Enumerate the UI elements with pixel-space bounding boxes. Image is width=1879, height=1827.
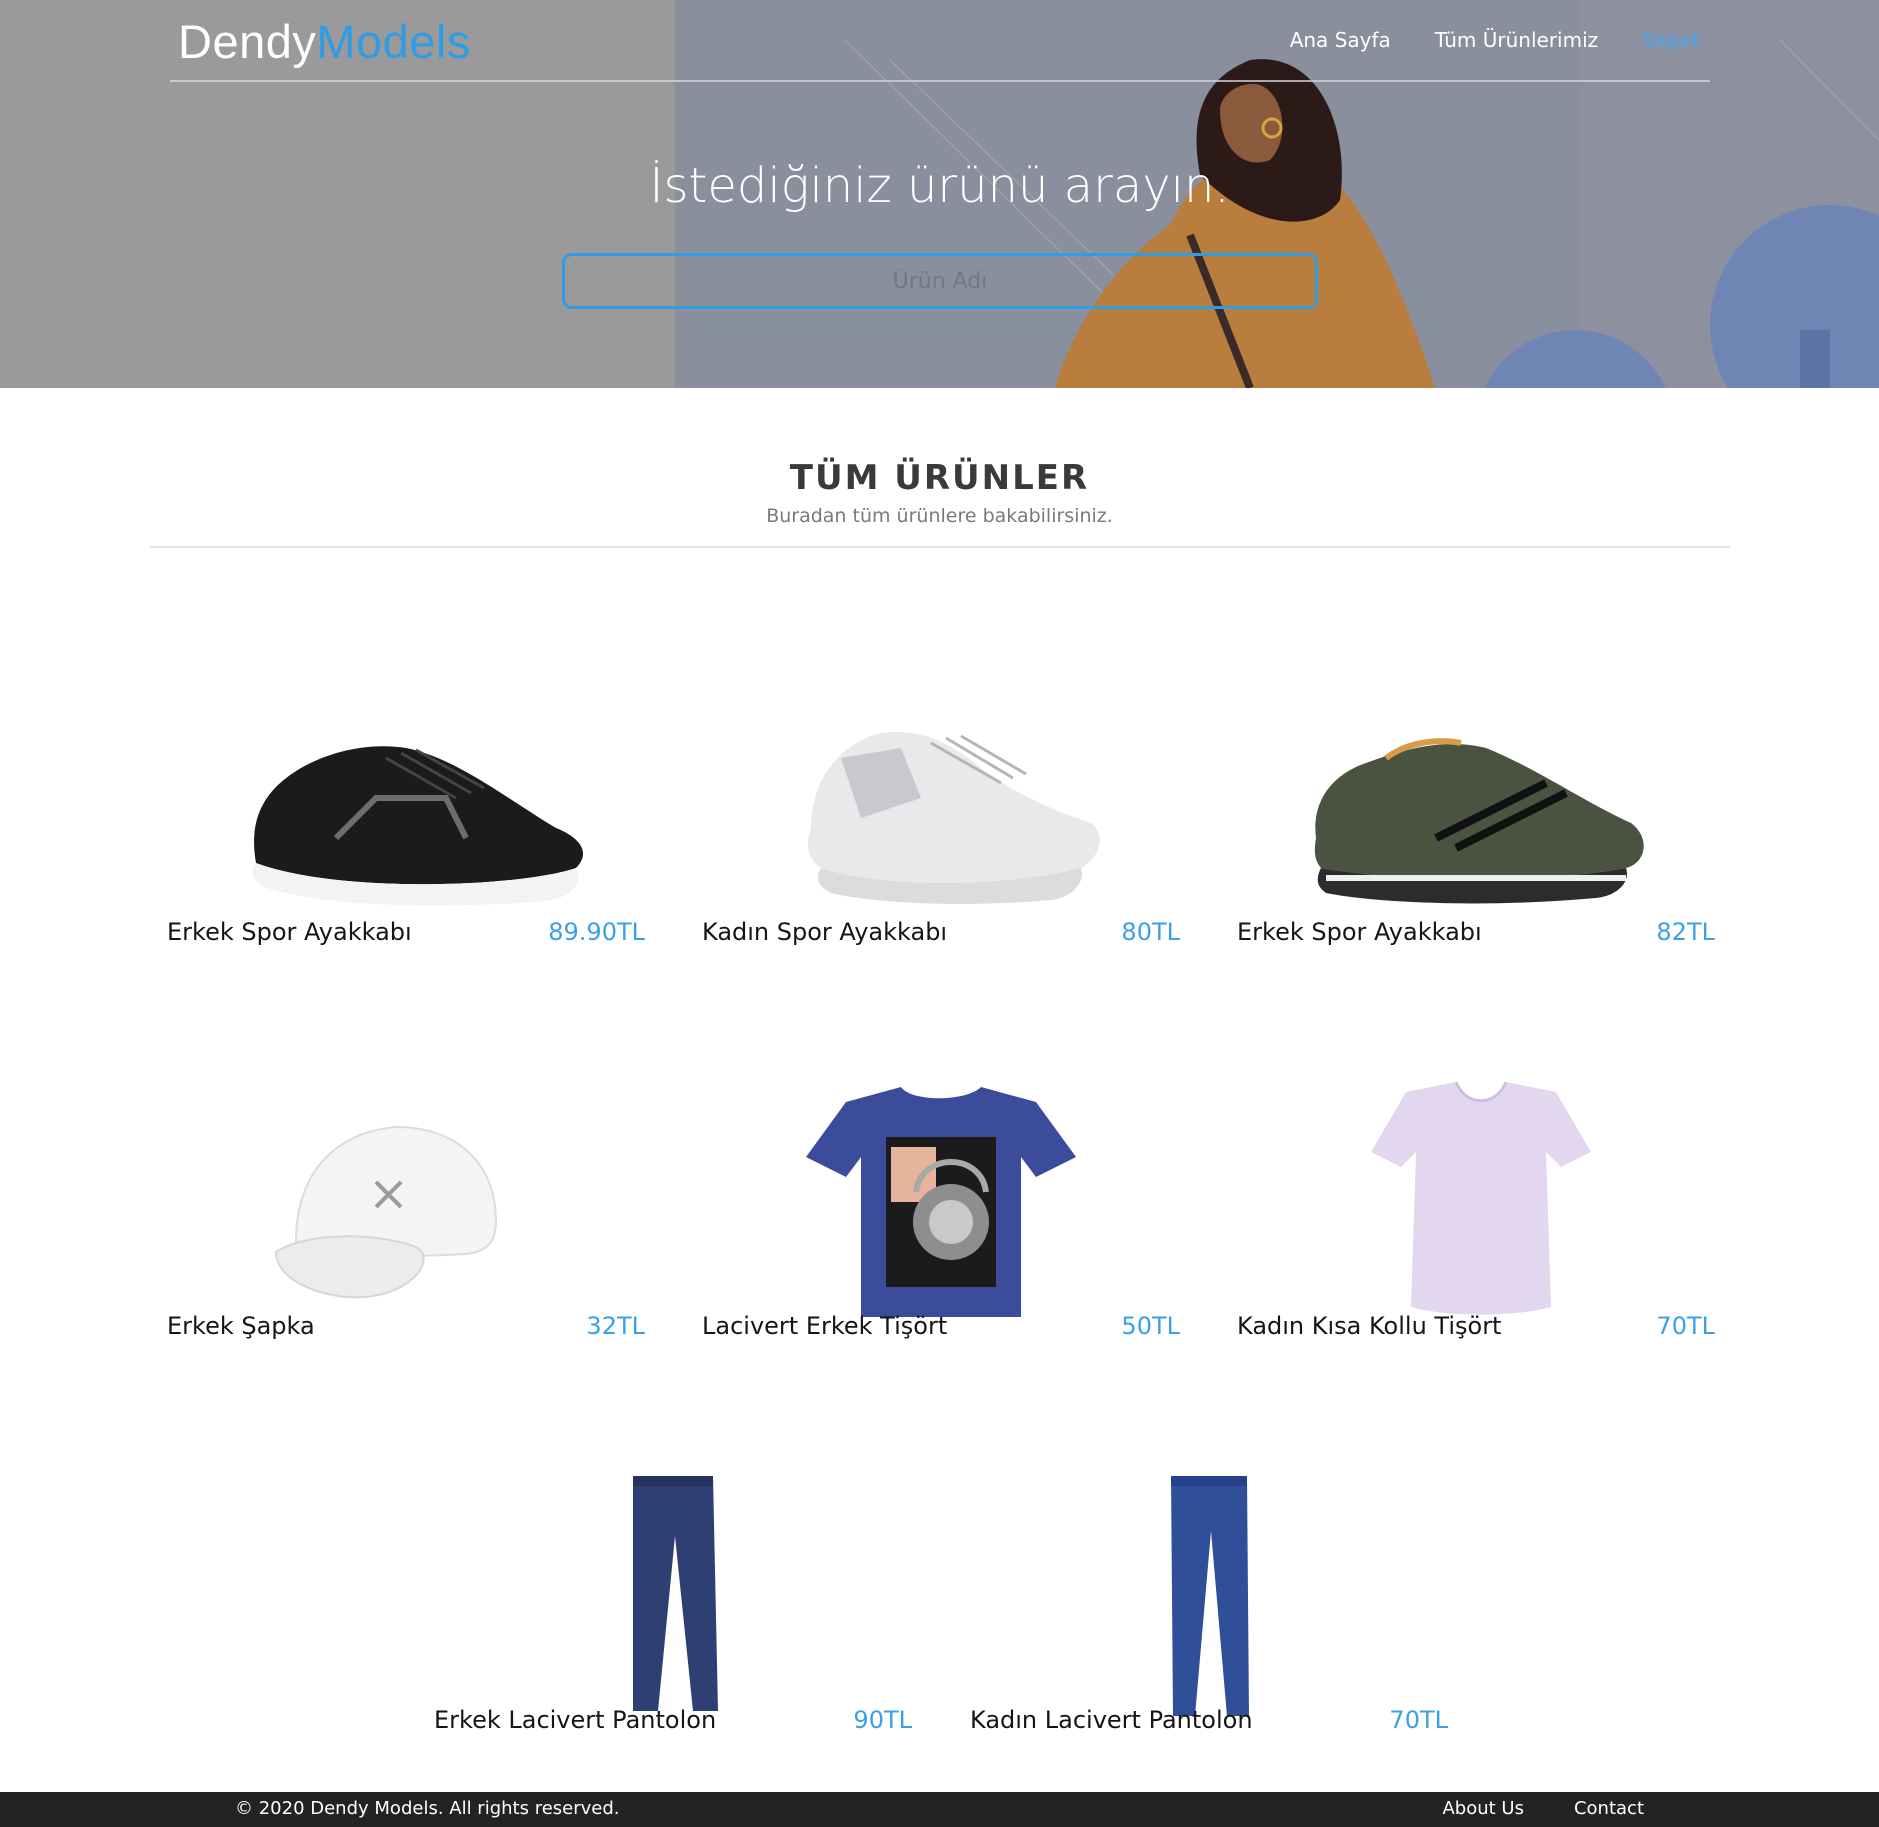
product-card[interactable]: Erkek Spor Ayakkabı 82TL: [1237, 663, 1715, 993]
section-subtitle: Buradan tüm ürünlere bakabilirsiniz.: [766, 505, 1113, 527]
section-title: TÜM ÜRÜNLER: [789, 458, 1090, 498]
white-cap-image[interactable]: [216, 1057, 596, 1347]
nav-link-cart[interactable]: Sepet: [1642, 28, 1700, 52]
nav-links: Ana Sayfa Tüm Ürünlerimiz Sepet: [1290, 28, 1700, 52]
section-divider: [150, 546, 1730, 548]
product-price: 80TL: [1121, 918, 1180, 946]
nav-link-home[interactable]: Ana Sayfa: [1290, 28, 1391, 52]
blue-jeans-image[interactable]: [1019, 1451, 1399, 1741]
product-card[interactable]: Lacivert Erkek Tişört 50TL: [702, 1057, 1180, 1387]
search-input[interactable]: [562, 253, 1318, 309]
product-name: Kadın Spor Ayakkabı: [702, 918, 948, 946]
lilac-tshirt-image[interactable]: [1286, 1057, 1666, 1347]
product-card[interactable]: Kadın Lacivert Pantolon 70TL: [970, 1451, 1448, 1781]
footer-links: About Us Contact: [1442, 1798, 1644, 1819]
product-price: 70TL: [1389, 1706, 1448, 1734]
footer: © 2020 Dendy Models. All rights reserved…: [0, 1792, 1879, 1827]
hero-banner: DendyModels Ana Sayfa Tüm Ürünlerimiz Se…: [0, 0, 1879, 388]
footer-copyright: © 2020 Dendy Models. All rights reserved…: [235, 1798, 620, 1819]
product-card[interactable]: Kadın Kısa Kollu Tişört 70TL: [1237, 1057, 1715, 1387]
product-name: Lacivert Erkek Tişört: [702, 1312, 948, 1340]
navy-trousers-image[interactable]: [483, 1451, 863, 1741]
product-card[interactable]: Erkek Lacivert Pantolon 90TL: [434, 1451, 912, 1781]
product-card[interactable]: Kadın Spor Ayakkabı 80TL: [702, 663, 1180, 993]
product-name: Erkek Şapka: [167, 1312, 315, 1340]
navy-tshirt-image[interactable]: [751, 1057, 1131, 1347]
product-price: 50TL: [1121, 1312, 1180, 1340]
brand-logo[interactable]: DendyModels: [178, 14, 471, 69]
top-navbar: DendyModels Ana Sayfa Tüm Ürünlerimiz Se…: [170, 0, 1710, 82]
product-price: 89.90TL: [548, 918, 645, 946]
logo-text-dendy: Dendy: [178, 15, 317, 68]
product-card[interactable]: Erkek Spor Ayakkabı 89.90TL: [167, 663, 645, 993]
hero-title: İstediğiniz ürünü arayın.: [649, 158, 1230, 214]
product-price: 90TL: [853, 1706, 912, 1734]
footer-link-contact[interactable]: Contact: [1574, 1798, 1644, 1819]
black-sneaker-image[interactable]: [216, 663, 596, 953]
product-name: Erkek Lacivert Pantolon: [434, 1706, 717, 1734]
product-name: Kadın Lacivert Pantolon: [970, 1706, 1253, 1734]
product-price: 32TL: [586, 1312, 645, 1340]
nav-link-all-products[interactable]: Tüm Ürünlerimiz: [1435, 28, 1598, 52]
product-name: Kadın Kısa Kollu Tişört: [1237, 1312, 1502, 1340]
logo-text-models: Models: [316, 15, 471, 68]
product-price: 70TL: [1656, 1312, 1715, 1340]
product-card[interactable]: Erkek Şapka 32TL: [167, 1057, 645, 1387]
product-name: Erkek Spor Ayakkabı: [167, 918, 412, 946]
footer-link-about[interactable]: About Us: [1442, 1798, 1524, 1819]
white-sneaker-image[interactable]: [751, 663, 1131, 953]
product-name: Erkek Spor Ayakkabı: [1237, 918, 1482, 946]
khaki-sneaker-image[interactable]: [1286, 663, 1666, 953]
product-price: 82TL: [1656, 918, 1715, 946]
